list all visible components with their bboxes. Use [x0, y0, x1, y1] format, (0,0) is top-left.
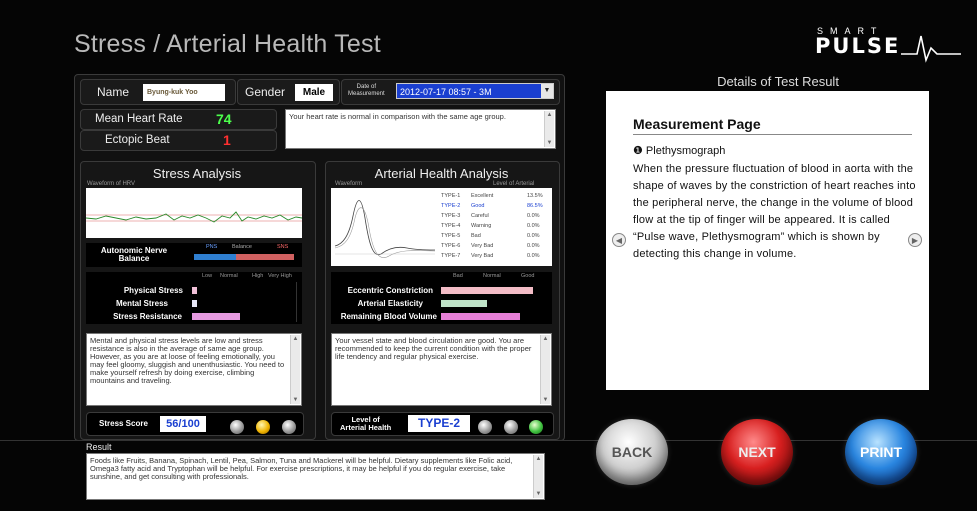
scrollbar[interactable]: ▲ ▼: [290, 335, 300, 404]
arterial-type-percent: 13.5%: [527, 193, 543, 199]
arterial-type-row: TYPE-2 Good 86.5%: [441, 201, 549, 211]
back-button[interactable]: BACK: [596, 419, 668, 485]
arterial-type-row: TYPE-1 Excellent 13.5%: [441, 191, 549, 201]
gender-value: Male: [295, 84, 333, 101]
arterial-analysis-title: Arterial Health Analysis: [374, 166, 509, 181]
arterial-type-status: Very Bad: [471, 243, 494, 249]
scrollbar[interactable]: ▲ ▼: [544, 111, 554, 147]
name-value: Byung-kuk Yoo: [143, 84, 225, 101]
mean-heart-rate-row: Mean Heart Rate 74: [80, 109, 277, 130]
heart-comment[interactable]: Your heart rate is normal in comparison …: [285, 109, 556, 149]
arterial-type-label: TYPE-6: [441, 243, 461, 249]
smart-pulse-logo: SMART PULSE: [815, 26, 961, 66]
stress-resistance-bar: [192, 313, 240, 320]
mean-heart-rate-value: 74: [216, 111, 232, 127]
arterial-type-percent: 86.5%: [527, 203, 543, 209]
arterial-elasticity-bar: [441, 300, 487, 307]
details-card: Measurement Page ❶ Plethysmograph When t…: [606, 91, 929, 390]
gender-row: Gender Male: [237, 79, 340, 105]
result-label: Result: [86, 442, 112, 452]
date-select[interactable]: 2012-07-17 08:57 - 3M ▼: [396, 83, 554, 99]
arterial-type-row: TYPE-7 Very Bad 0.0%: [441, 251, 549, 261]
details-item-heading: ❶ Plethysmograph: [633, 145, 726, 157]
stress-comment[interactable]: Mental and physical stress levels are lo…: [86, 333, 302, 406]
page-title: Stress / Arterial Health Test: [74, 30, 381, 58]
arterial-type-status: Good: [471, 203, 485, 209]
arterial-type-status: Very Bad: [471, 253, 494, 259]
stress-score-value: 56/100: [160, 416, 206, 432]
eccentric-constriction-bar: [441, 287, 533, 294]
autonomic-nerve-row: Autonomic Nerve Balance PNS Balance SNS: [86, 243, 302, 267]
arterial-light-normal: [504, 420, 518, 434]
print-button[interactable]: PRINT: [845, 419, 917, 485]
stress-light-low: [230, 420, 244, 434]
details-title: Details of Test Result: [717, 74, 839, 89]
ectopic-beat-row: Ectopic Beat 1: [80, 130, 277, 151]
next-page-icon[interactable]: ▶: [908, 233, 922, 247]
stress-score-row: Stress Score 56/100: [86, 412, 304, 436]
arterial-level-value: TYPE-2: [408, 415, 470, 432]
name-row: Name Byung-kuk Yoo: [80, 79, 236, 105]
arterial-type-percent: 0.0%: [527, 243, 540, 249]
ectopic-beat-value: 1: [223, 132, 231, 148]
arterial-comment[interactable]: Your vessel state and blood circulation …: [331, 333, 552, 406]
details-page-heading: Measurement Page: [633, 116, 761, 132]
stress-light-mid: [256, 420, 270, 434]
pns-bar: [194, 254, 236, 260]
hrv-waveform: [85, 188, 303, 238]
arterial-light-good: [529, 420, 543, 434]
remaining-blood-volume-bar: [441, 313, 520, 320]
hrv-waveform-chart: [85, 211, 303, 223]
arterial-type-percent: 0.0%: [527, 253, 540, 259]
chevron-down-icon[interactable]: ▼: [541, 84, 553, 98]
arterial-level-row: Level of Arterial Health TYPE-2: [331, 412, 554, 436]
arterial-type-status: Bad: [471, 233, 481, 239]
arterial-waveform: TYPE-1 Excellent 13.5% TYPE-2 Good 86.5% TYPE-…: [331, 188, 552, 266]
arterial-type-row: TYPE-4 Warning 0.0%: [441, 221, 549, 231]
details-body: When the pressure fluctuation of blood i…: [633, 163, 916, 260]
arterial-type-row: TYPE-6 Very Bad 0.0%: [441, 241, 549, 251]
arterial-type-label: TYPE-7: [441, 253, 461, 259]
date-row: Date of Measurement 2012-07-17 08:57 - 3…: [341, 79, 560, 105]
arterial-type-status: Careful: [471, 213, 489, 219]
arterial-type-label: TYPE-3: [441, 213, 461, 219]
arterial-light-bad: [478, 420, 492, 434]
result-text[interactable]: Foods like Fruits, Banana, Spinach, Lent…: [86, 453, 545, 500]
arterial-type-table: TYPE-1 Excellent 13.5% TYPE-2 Good 86.5% TYPE-…: [441, 191, 549, 261]
arterial-type-status: Excellent: [471, 193, 494, 199]
arterial-type-percent: 0.0%: [527, 213, 540, 219]
stress-analysis-title: Stress Analysis: [152, 166, 242, 181]
arterial-type-label: TYPE-2: [441, 203, 461, 209]
arterial-type-status: Warning: [471, 223, 492, 229]
arterial-type-row: TYPE-5 Bad 0.0%: [441, 231, 549, 241]
arterial-levels: Bad Normal Good Eccentric Constriction A…: [331, 272, 552, 324]
stress-levels: Low Normal High Very High Physical Stres…: [86, 272, 302, 324]
arterial-type-label: TYPE-5: [441, 233, 461, 239]
sns-bar: [236, 254, 294, 260]
previous-page-icon[interactable]: ◀: [612, 233, 626, 247]
arterial-type-label: TYPE-1: [441, 193, 461, 199]
pulse-wave-icon: [901, 35, 961, 63]
mental-stress-bar: [192, 300, 197, 307]
arterial-type-label: TYPE-4: [441, 223, 461, 229]
physical-stress-bar: [192, 287, 197, 294]
stress-light-high: [282, 420, 296, 434]
scrollbar[interactable]: ▲ ▼: [540, 335, 550, 404]
arterial-type-percent: 0.0%: [527, 233, 540, 239]
arterial-type-percent: 0.0%: [527, 223, 540, 229]
next-button[interactable]: NEXT: [721, 419, 793, 485]
arterial-type-row: TYPE-3 Careful 0.0%: [441, 211, 549, 221]
scrollbar[interactable]: ▲ ▼: [533, 455, 543, 498]
